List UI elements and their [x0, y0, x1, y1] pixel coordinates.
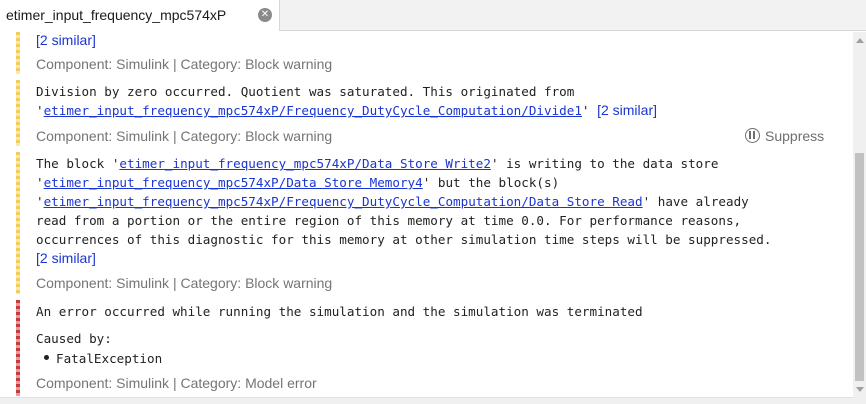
- tab-etimer-input-frequency[interactable]: etimer_input_frequency_mpc574xP ✕: [0, 0, 280, 31]
- message-meta: Component: Simulink | Category: Block wa…: [36, 275, 333, 291]
- message-meta: Component: Simulink | Category: Model er…: [36, 375, 317, 391]
- message-meta: Component: Simulink | Category: Block wa…: [36, 128, 333, 144]
- error-bar: [16, 300, 20, 396]
- horizontal-scrollbar[interactable]: [0, 397, 853, 404]
- bullet-icon: [44, 355, 49, 360]
- message-text: 'etimer_input_frequency_mpc574xP/Frequen…: [36, 194, 749, 209]
- message-text: An error occurred while running the simu…: [36, 304, 643, 319]
- message-text: The block 'etimer_input_frequency_mpc574…: [36, 156, 719, 171]
- message-text: 'etimer_input_frequency_mpc574xP/Data St…: [36, 175, 560, 190]
- suppress-button[interactable]: Suppress: [745, 128, 824, 144]
- pause-icon: [745, 128, 760, 143]
- diagnostic-viewer: [2 similar] Component: Simulink | Catego…: [0, 32, 853, 397]
- message-text: Division by zero occurred. Quotient was …: [36, 84, 575, 99]
- cause-item: FatalException: [44, 349, 162, 368]
- scroll-down-icon[interactable]: [856, 387, 864, 392]
- error-message: An error occurred while running the simu…: [16, 300, 851, 396]
- warning-message: [2 similar] Component: Simulink | Catego…: [16, 32, 851, 74]
- message-text: occurrences of this diagnostic for this …: [36, 232, 772, 247]
- message-text: 'etimer_input_frequency_mpc574xP/Frequen…: [36, 102, 657, 118]
- block-link[interactable]: etimer_input_frequency_mpc574xP/Data Sto…: [44, 175, 423, 190]
- block-link[interactable]: etimer_input_frequency_mpc574xP/Frequenc…: [44, 103, 582, 118]
- tab-bar: etimer_input_frequency_mpc574xP ✕: [0, 0, 866, 31]
- close-icon[interactable]: ✕: [258, 8, 272, 22]
- similar-link[interactable]: [2 similar]: [597, 102, 657, 118]
- tab-title: etimer_input_frequency_mpc574xP: [6, 7, 227, 23]
- scrollbar-thumb[interactable]: [855, 153, 864, 381]
- warning-message: The block 'etimer_input_frequency_mpc574…: [16, 152, 851, 294]
- warning-bar: [16, 80, 20, 146]
- similar-link[interactable]: [2 similar]: [36, 250, 96, 266]
- warning-bar: [16, 32, 20, 74]
- vertical-scrollbar[interactable]: [853, 32, 866, 404]
- block-link[interactable]: etimer_input_frequency_mpc574xP/Frequenc…: [44, 194, 643, 209]
- warning-bar: [16, 152, 20, 294]
- similar-link[interactable]: [2 similar]: [36, 32, 96, 48]
- caused-by-label: Caused by:: [36, 331, 112, 346]
- message-meta: Component: Simulink | Category: Block wa…: [36, 56, 333, 72]
- warning-message: Division by zero occurred. Quotient was …: [16, 80, 851, 146]
- message-text: read from a portion or the entire region…: [36, 213, 742, 228]
- scroll-up-icon[interactable]: [856, 38, 864, 43]
- block-link[interactable]: etimer_input_frequency_mpc574xP/Data Sto…: [119, 156, 491, 171]
